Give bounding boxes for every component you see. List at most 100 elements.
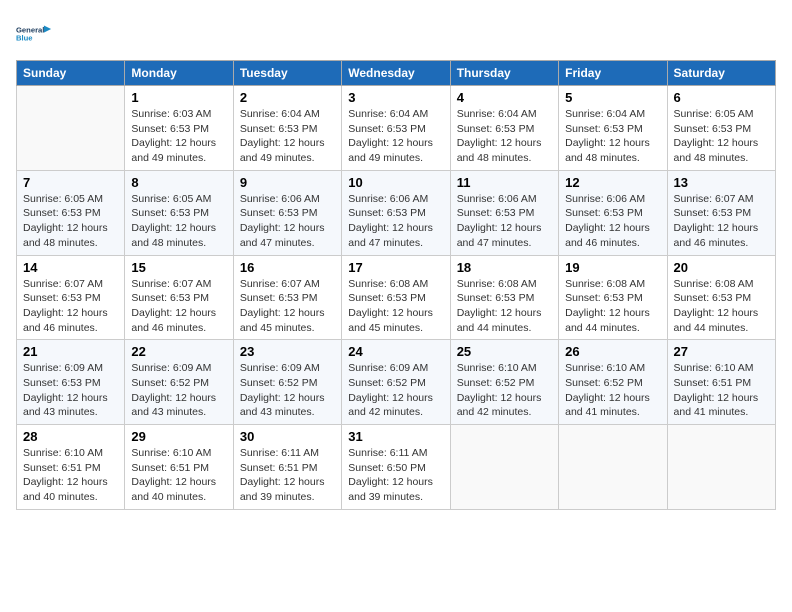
calendar-cell: 28 Sunrise: 6:10 AM Sunset: 6:51 PM Dayli…	[17, 425, 125, 510]
cell-info: Sunrise: 6:11 AM Sunset: 6:50 PM Dayligh…	[348, 446, 443, 505]
cell-info: Sunrise: 6:04 AM Sunset: 6:53 PM Dayligh…	[240, 107, 335, 166]
calendar-cell: 22 Sunrise: 6:09 AM Sunset: 6:52 PM Dayli…	[125, 340, 233, 425]
cell-info: Sunrise: 6:03 AM Sunset: 6:53 PM Dayligh…	[131, 107, 226, 166]
day-number: 4	[457, 90, 552, 105]
logo: GeneralBlue	[16, 16, 52, 52]
day-number: 20	[674, 260, 769, 275]
calendar-cell: 26 Sunrise: 6:10 AM Sunset: 6:52 PM Dayli…	[559, 340, 667, 425]
day-number: 7	[23, 175, 118, 190]
header-day: Thursday	[450, 61, 558, 86]
cell-info: Sunrise: 6:08 AM Sunset: 6:53 PM Dayligh…	[348, 277, 443, 336]
cell-info: Sunrise: 6:07 AM Sunset: 6:53 PM Dayligh…	[240, 277, 335, 336]
day-number: 16	[240, 260, 335, 275]
header: GeneralBlue	[16, 16, 776, 52]
calendar-week-row: 21Sunrise: 6:09 AM Sunset: 6:53 PM Dayli…	[17, 340, 776, 425]
day-number: 30	[240, 429, 335, 444]
day-number: 28	[23, 429, 118, 444]
cell-info: Sunrise: 6:09 AM Sunset: 6:52 PM Dayligh…	[131, 361, 226, 420]
calendar-week-row: 14 Sunrise: 6:07 AM Sunset: 6:53 PM Dayli…	[17, 255, 776, 340]
day-number: 25	[457, 344, 552, 359]
day-number: 5	[565, 90, 660, 105]
cell-info: Sunrise: 6:07 AM Sunset: 6:53 PM Dayligh…	[23, 277, 118, 336]
calendar-cell: 27Sunrise: 6:10 AM Sunset: 6:51 PM Dayli…	[667, 340, 775, 425]
cell-info: Sunrise: 6:07 AM Sunset: 6:53 PM Dayligh…	[131, 277, 226, 336]
cell-info: Sunrise: 6:08 AM Sunset: 6:53 PM Dayligh…	[674, 277, 769, 336]
calendar-cell: 18Sunrise: 6:08 AM Sunset: 6:53 PM Dayli…	[450, 255, 558, 340]
calendar-cell: 11 Sunrise: 6:06 AM Sunset: 6:53 PM Dayli…	[450, 170, 558, 255]
calendar-cell: 25 Sunrise: 6:10 AM Sunset: 6:52 PM Dayli…	[450, 340, 558, 425]
day-number: 23	[240, 344, 335, 359]
day-number: 9	[240, 175, 335, 190]
calendar-cell: 1 Sunrise: 6:03 AM Sunset: 6:53 PM Daylig…	[125, 86, 233, 171]
header-day: Wednesday	[342, 61, 450, 86]
cell-info: Sunrise: 6:05 AM Sunset: 6:53 PM Dayligh…	[131, 192, 226, 251]
cell-info: Sunrise: 6:06 AM Sunset: 6:53 PM Dayligh…	[240, 192, 335, 251]
day-number: 26	[565, 344, 660, 359]
calendar-cell: 10Sunrise: 6:06 AM Sunset: 6:53 PM Dayli…	[342, 170, 450, 255]
cell-info: Sunrise: 6:07 AM Sunset: 6:53 PM Dayligh…	[674, 192, 769, 251]
day-number: 2	[240, 90, 335, 105]
calendar-cell: 17 Sunrise: 6:08 AM Sunset: 6:53 PM Dayli…	[342, 255, 450, 340]
day-number: 14	[23, 260, 118, 275]
logo-icon: GeneralBlue	[16, 16, 52, 52]
calendar-cell: 21Sunrise: 6:09 AM Sunset: 6:53 PM Dayli…	[17, 340, 125, 425]
calendar-cell	[667, 425, 775, 510]
day-number: 31	[348, 429, 443, 444]
day-number: 10	[348, 175, 443, 190]
day-number: 15	[131, 260, 226, 275]
day-number: 1	[131, 90, 226, 105]
calendar-table: SundayMondayTuesdayWednesdayThursdayFrid…	[16, 60, 776, 510]
day-number: 11	[457, 175, 552, 190]
calendar-cell: 8 Sunrise: 6:05 AM Sunset: 6:53 PM Daylig…	[125, 170, 233, 255]
calendar-cell: 20 Sunrise: 6:08 AM Sunset: 6:53 PM Dayli…	[667, 255, 775, 340]
calendar-cell: 3Sunrise: 6:04 AM Sunset: 6:53 PM Daylig…	[342, 86, 450, 171]
cell-info: Sunrise: 6:08 AM Sunset: 6:53 PM Dayligh…	[565, 277, 660, 336]
cell-info: Sunrise: 6:10 AM Sunset: 6:51 PM Dayligh…	[674, 361, 769, 420]
cell-info: Sunrise: 6:05 AM Sunset: 6:53 PM Dayligh…	[23, 192, 118, 251]
cell-info: Sunrise: 6:11 AM Sunset: 6:51 PM Dayligh…	[240, 446, 335, 505]
calendar-cell: 19 Sunrise: 6:08 AM Sunset: 6:53 PM Dayli…	[559, 255, 667, 340]
calendar-week-row: 7 Sunrise: 6:05 AM Sunset: 6:53 PM Daylig…	[17, 170, 776, 255]
day-number: 8	[131, 175, 226, 190]
calendar-cell: 2 Sunrise: 6:04 AM Sunset: 6:53 PM Daylig…	[233, 86, 341, 171]
cell-info: Sunrise: 6:09 AM Sunset: 6:52 PM Dayligh…	[240, 361, 335, 420]
cell-info: Sunrise: 6:04 AM Sunset: 6:53 PM Dayligh…	[457, 107, 552, 166]
calendar-cell: 29Sunrise: 6:10 AM Sunset: 6:51 PM Dayli…	[125, 425, 233, 510]
calendar-cell: 24Sunrise: 6:09 AM Sunset: 6:52 PM Dayli…	[342, 340, 450, 425]
calendar-cell	[17, 86, 125, 171]
calendar-week-row: 1 Sunrise: 6:03 AM Sunset: 6:53 PM Daylig…	[17, 86, 776, 171]
calendar-cell: 23 Sunrise: 6:09 AM Sunset: 6:52 PM Dayli…	[233, 340, 341, 425]
cell-info: Sunrise: 6:10 AM Sunset: 6:51 PM Dayligh…	[131, 446, 226, 505]
svg-text:General: General	[16, 26, 44, 35]
cell-info: Sunrise: 6:05 AM Sunset: 6:53 PM Dayligh…	[674, 107, 769, 166]
calendar-cell: 15 Sunrise: 6:07 AM Sunset: 6:53 PM Dayli…	[125, 255, 233, 340]
header-day: Saturday	[667, 61, 775, 86]
header-day: Sunday	[17, 61, 125, 86]
cell-info: Sunrise: 6:04 AM Sunset: 6:53 PM Dayligh…	[565, 107, 660, 166]
cell-info: Sunrise: 6:09 AM Sunset: 6:52 PM Dayligh…	[348, 361, 443, 420]
svg-text:Blue: Blue	[16, 34, 33, 43]
day-number: 12	[565, 175, 660, 190]
calendar-cell: 31 Sunrise: 6:11 AM Sunset: 6:50 PM Dayli…	[342, 425, 450, 510]
day-number: 17	[348, 260, 443, 275]
calendar-cell: 13Sunrise: 6:07 AM Sunset: 6:53 PM Dayli…	[667, 170, 775, 255]
calendar-week-row: 28 Sunrise: 6:10 AM Sunset: 6:51 PM Dayli…	[17, 425, 776, 510]
day-number: 22	[131, 344, 226, 359]
header-row: SundayMondayTuesdayWednesdayThursdayFrid…	[17, 61, 776, 86]
cell-info: Sunrise: 6:10 AM Sunset: 6:52 PM Dayligh…	[457, 361, 552, 420]
day-number: 21	[23, 344, 118, 359]
calendar-cell: 7 Sunrise: 6:05 AM Sunset: 6:53 PM Daylig…	[17, 170, 125, 255]
cell-info: Sunrise: 6:10 AM Sunset: 6:52 PM Dayligh…	[565, 361, 660, 420]
day-number: 19	[565, 260, 660, 275]
day-number: 6	[674, 90, 769, 105]
header-day: Tuesday	[233, 61, 341, 86]
calendar-cell: 4 Sunrise: 6:04 AM Sunset: 6:53 PM Daylig…	[450, 86, 558, 171]
header-day: Friday	[559, 61, 667, 86]
calendar-cell	[450, 425, 558, 510]
cell-info: Sunrise: 6:10 AM Sunset: 6:51 PM Dayligh…	[23, 446, 118, 505]
cell-info: Sunrise: 6:06 AM Sunset: 6:53 PM Dayligh…	[457, 192, 552, 251]
day-number: 18	[457, 260, 552, 275]
calendar-cell: 5 Sunrise: 6:04 AM Sunset: 6:53 PM Daylig…	[559, 86, 667, 171]
calendar-cell: 16 Sunrise: 6:07 AM Sunset: 6:53 PM Dayli…	[233, 255, 341, 340]
cell-info: Sunrise: 6:06 AM Sunset: 6:53 PM Dayligh…	[565, 192, 660, 251]
